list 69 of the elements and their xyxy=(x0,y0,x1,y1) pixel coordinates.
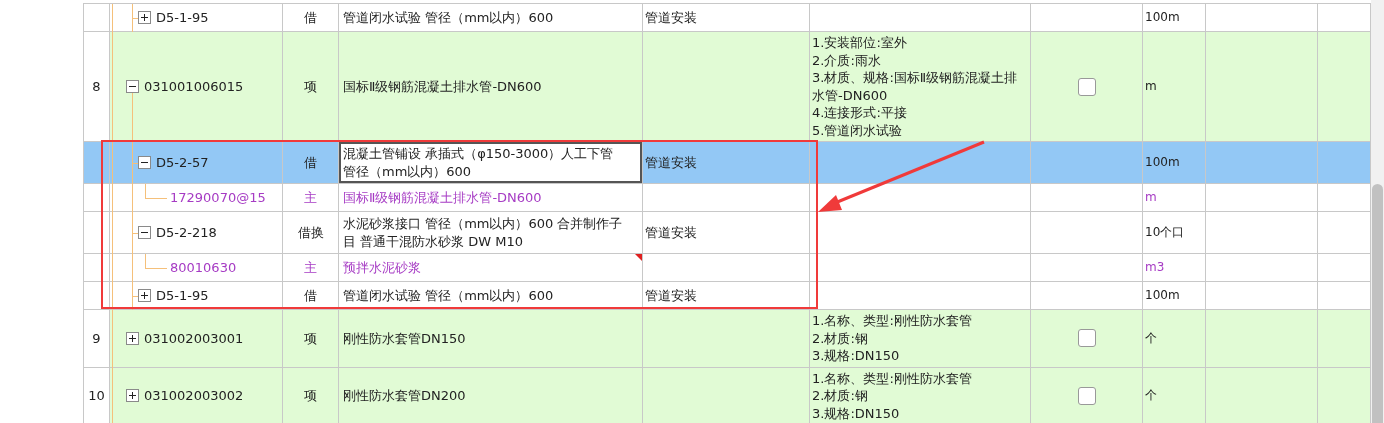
tree-toggle[interactable] xyxy=(126,80,139,93)
row-number: 10 xyxy=(88,387,105,405)
name-text: 混凝土管铺设 承插式（φ150-3000）人工下管管径（mm以内）600 xyxy=(341,144,640,181)
name-text: 刚性防水套管DN150 xyxy=(342,329,467,348)
unit-text: 个 xyxy=(1145,387,1157,404)
feature-text: 4.连接形式:平接 xyxy=(812,104,907,122)
table-cell xyxy=(1318,142,1371,184)
type-text: 项 xyxy=(304,77,317,96)
name-text: 国标Ⅱ级钢筋混凝土排水管-DN600 xyxy=(342,188,543,207)
unit-text: 100m xyxy=(1145,153,1180,171)
tree-toggle[interactable] xyxy=(126,389,139,403)
checkbox[interactable] xyxy=(1077,77,1096,96)
code-text: 80010630 xyxy=(170,258,237,277)
feature-text: 3.规格:DN150 xyxy=(812,347,900,365)
table-cell xyxy=(1318,367,1371,423)
checkbox[interactable] xyxy=(1077,329,1096,348)
feature-text: 5.管道闭水试验 xyxy=(812,121,903,139)
feature-text: 3.材质、规格:国标Ⅱ级钢筋混凝土排水管-DN600 xyxy=(812,69,1019,104)
specialty-text: 管道安装 xyxy=(645,223,697,242)
code-text: D5-2-218 xyxy=(156,223,217,242)
specialty-text: 管道安装 xyxy=(645,286,697,305)
name-text: 国标Ⅱ级钢筋混凝土排水管-DN600 xyxy=(342,77,543,96)
name-text: 水泥砂浆接口 管径（mm以内）600 合并制作子目 普通干混防水砂浆 DW M10 xyxy=(342,215,624,251)
type-text: 主 xyxy=(304,188,317,207)
tree-toggle[interactable] xyxy=(126,331,139,345)
type-text: 项 xyxy=(304,329,317,347)
unit-text: 100m xyxy=(1145,286,1180,304)
feature-text: 3.规格:DN150 xyxy=(812,404,900,422)
type-text: 主 xyxy=(304,258,317,277)
code-text: 031001006015 xyxy=(144,77,244,96)
tree-toggle[interactable] xyxy=(138,11,151,24)
type-text: 借 xyxy=(304,8,317,27)
feature-text: 1.名称、类型:刚性防水套管 xyxy=(812,312,972,330)
name-text: 预拌水泥砂浆 xyxy=(342,258,422,277)
type-text: 借换 xyxy=(297,223,324,242)
type-text: 项 xyxy=(304,387,317,405)
code-text: D5-1-95 xyxy=(156,286,209,305)
table-cell xyxy=(1318,310,1371,368)
unit-text: 个 xyxy=(1145,329,1157,347)
feature-text: 2.材质:钢 xyxy=(812,387,868,405)
type-text: 借 xyxy=(304,153,317,172)
scrollbar[interactable] xyxy=(1371,0,1384,423)
unit-text: m xyxy=(1145,77,1157,95)
code-text: 17290070@15 xyxy=(170,188,266,207)
unit-text: m3 xyxy=(1145,258,1165,276)
feature-text: 2.介质:雨水 xyxy=(812,51,881,69)
tree-toggle[interactable] xyxy=(138,289,151,302)
scrollbar-thumb[interactable] xyxy=(1372,184,1383,423)
type-text: 借 xyxy=(304,286,317,305)
name-text: 管道闭水试验 管径（mm以内）600 xyxy=(342,8,555,27)
specialty-text: 管道安装 xyxy=(645,8,697,27)
unit-text: 100m xyxy=(1145,8,1180,26)
feature-text: 2.材质:钢 xyxy=(812,329,868,347)
name-text: 刚性防水套管DN200 xyxy=(342,387,467,405)
row-number: 8 xyxy=(92,77,101,96)
checkbox[interactable] xyxy=(1077,386,1096,405)
name-text: 管道闭水试验 管径（mm以内）600 xyxy=(342,286,555,305)
feature-text: 1.名称、类型:刚性防水套管 xyxy=(812,369,972,387)
code-text: 031002003002 xyxy=(144,387,244,405)
code-text: D5-1-95 xyxy=(156,8,209,27)
row-number: 9 xyxy=(92,329,101,347)
tree-toggle[interactable] xyxy=(138,226,151,239)
unit-text: 10个口 xyxy=(1145,223,1185,241)
feature-text: 1.安装部位:室外 xyxy=(812,34,907,52)
tree-toggle[interactable] xyxy=(138,156,151,169)
unit-text: m xyxy=(1145,188,1157,206)
code-text: D5-2-57 xyxy=(156,153,209,172)
specialty-text: 管道安装 xyxy=(645,153,697,172)
code-text: 031002003001 xyxy=(144,329,244,347)
